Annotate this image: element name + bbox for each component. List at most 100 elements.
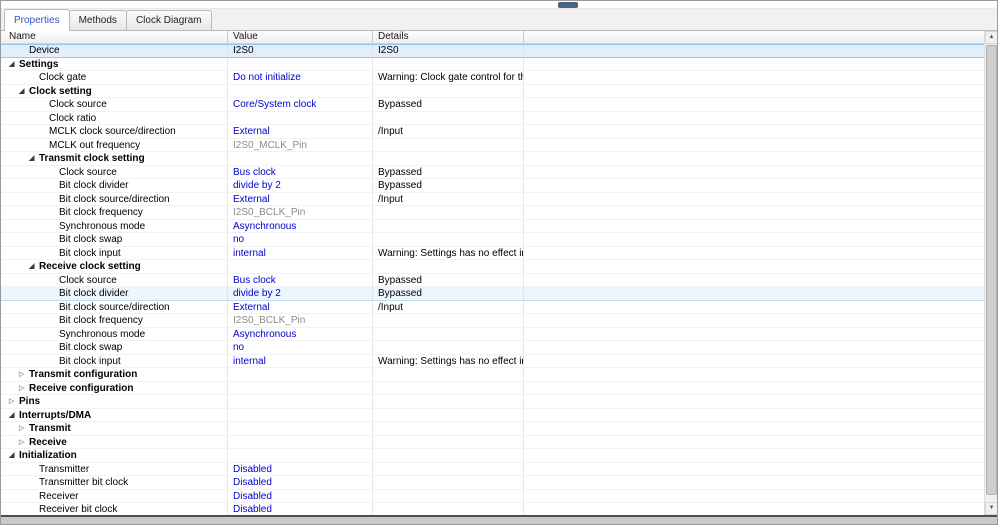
details-cell: Bypassed bbox=[373, 165, 524, 178]
collapse-icon[interactable]: ◢ bbox=[29, 152, 39, 165]
value-cell[interactable]: internal bbox=[228, 246, 373, 259]
table-row[interactable]: MCLK out frequency I2S0_MCLK_Pin bbox=[1, 138, 984, 152]
value-cell[interactable] bbox=[228, 84, 373, 97]
value-cell[interactable] bbox=[228, 111, 373, 124]
value-cell[interactable]: no bbox=[228, 233, 373, 246]
collapse-icon[interactable]: ◢ bbox=[9, 409, 19, 422]
value-cell[interactable]: Do not initialize bbox=[228, 71, 373, 84]
value-cell[interactable]: Disabled bbox=[228, 503, 373, 515]
tab-methods[interactable]: Methods bbox=[68, 10, 127, 30]
collapse-icon[interactable]: ◢ bbox=[9, 58, 19, 71]
value-cell[interactable]: External bbox=[228, 192, 373, 205]
value-cell[interactable] bbox=[228, 260, 373, 273]
value-cell[interactable]: Bus clock bbox=[228, 165, 373, 178]
table-row[interactable]: Receiver Disabled bbox=[1, 489, 984, 503]
collapse-icon[interactable]: ◢ bbox=[9, 449, 19, 462]
details-cell bbox=[373, 219, 524, 232]
table-row[interactable]: ▷ Transmit configuration bbox=[1, 368, 984, 382]
table-row[interactable]: Clock gate Do not initialize Warning: Cloc… bbox=[1, 71, 984, 85]
table-row[interactable]: Bit clock input internal Warning: Settings… bbox=[1, 354, 984, 368]
expand-icon[interactable]: ▷ bbox=[19, 422, 29, 435]
table-row[interactable]: Transmitter Disabled bbox=[1, 462, 984, 476]
table-row[interactable]: Bit clock frequency I2S0_BCLK_Pin bbox=[1, 314, 984, 328]
value-cell[interactable]: I2S0_MCLK_Pin bbox=[228, 138, 373, 151]
scrollbar-thumb[interactable] bbox=[986, 45, 997, 495]
empty-cell bbox=[524, 166, 984, 179]
value-cell[interactable]: External bbox=[228, 300, 373, 313]
top-strip bbox=[1, 1, 997, 9]
tab-properties[interactable]: Properties bbox=[4, 9, 70, 31]
table-row[interactable]: ◢ Receive clock setting bbox=[1, 260, 984, 274]
table-row[interactable]: Bit clock source/direction External/Input bbox=[1, 192, 984, 206]
scroll-up-icon[interactable]: ▲ bbox=[985, 31, 997, 44]
value-cell[interactable]: External bbox=[228, 125, 373, 138]
table-row[interactable]: Clock source Core/System clock Bypassed bbox=[1, 98, 984, 112]
scroll-down-icon[interactable]: ▼ bbox=[985, 502, 997, 515]
value-cell[interactable] bbox=[228, 435, 373, 448]
table-row[interactable]: ◢ Clock setting bbox=[1, 84, 984, 98]
table-row[interactable]: ◢ Interrupts/DMA bbox=[1, 408, 984, 422]
table-row[interactable]: ▷ Receive bbox=[1, 435, 984, 449]
table-row[interactable]: Device I2S0 I2S0 bbox=[1, 44, 984, 58]
table-row[interactable]: Bit clock divider divide by 2 Bypassed bbox=[1, 179, 984, 193]
value-cell[interactable]: Disabled bbox=[228, 476, 373, 489]
table-row[interactable]: ◢ Settings bbox=[1, 57, 984, 71]
value-cell[interactable] bbox=[228, 449, 373, 462]
table-row[interactable]: ◢ Initialization bbox=[1, 449, 984, 463]
table-row[interactable]: ◢ Transmit clock setting bbox=[1, 152, 984, 166]
property-name: Device bbox=[29, 45, 60, 56]
table-row[interactable]: Synchronous mode Asynchronous bbox=[1, 219, 984, 233]
table-row[interactable]: Bit clock source/direction External/Input bbox=[1, 300, 984, 314]
table-row[interactable]: Transmitter bit clock Disabled bbox=[1, 476, 984, 490]
value-cell[interactable]: I2S0_BCLK_Pin bbox=[228, 314, 373, 327]
empty-cell bbox=[524, 395, 984, 408]
value-cell[interactable]: Disabled bbox=[228, 489, 373, 502]
table-row[interactable]: Clock ratio bbox=[1, 111, 984, 125]
table-row[interactable]: Bit clock swap no bbox=[1, 341, 984, 355]
expand-icon[interactable]: ▷ bbox=[19, 368, 29, 381]
table-row[interactable]: ▷ Transmit bbox=[1, 422, 984, 436]
value-cell[interactable] bbox=[228, 422, 373, 435]
table-row[interactable]: Clock source Bus clock Bypassed bbox=[1, 165, 984, 179]
column-header-value[interactable]: Value bbox=[228, 31, 373, 43]
value-cell[interactable] bbox=[228, 152, 373, 165]
expand-icon[interactable]: ▷ bbox=[19, 436, 29, 449]
table-row[interactable]: Bit clock swap no bbox=[1, 233, 984, 247]
expand-icon[interactable]: ▷ bbox=[9, 395, 19, 408]
table-row[interactable]: Bit clock input internal Warning: Settings… bbox=[1, 246, 984, 260]
property-name: Synchronous mode bbox=[59, 220, 146, 232]
column-header-details[interactable]: Details bbox=[373, 31, 524, 43]
value-cell[interactable]: divide by 2 bbox=[228, 179, 373, 192]
value-cell[interactable] bbox=[228, 368, 373, 381]
value-cell[interactable]: Asynchronous bbox=[228, 327, 373, 340]
table-row[interactable]: Clock source Bus clock Bypassed bbox=[1, 273, 984, 287]
vertical-scrollbar[interactable]: ▲ ▼ bbox=[984, 31, 997, 515]
table-row[interactable]: Bit clock frequency I2S0_BCLK_Pin bbox=[1, 206, 984, 220]
details-cell bbox=[373, 449, 524, 462]
value-cell[interactable]: Core/System clock bbox=[228, 98, 373, 111]
value-cell[interactable]: I2S0 bbox=[228, 45, 373, 57]
value-cell[interactable]: Bus clock bbox=[228, 273, 373, 286]
table-row[interactable]: ▷ Receive configuration bbox=[1, 381, 984, 395]
value-cell[interactable] bbox=[228, 381, 373, 394]
table-row[interactable]: Bit clock divider divide by 2 Bypassed bbox=[1, 287, 984, 301]
value-cell[interactable]: Disabled bbox=[228, 462, 373, 475]
table-row[interactable]: Receiver bit clock Disabled bbox=[1, 503, 984, 515]
collapse-icon[interactable]: ◢ bbox=[19, 85, 29, 98]
table-row[interactable]: Synchronous mode Asynchronous bbox=[1, 327, 984, 341]
value-cell[interactable] bbox=[228, 57, 373, 70]
expand-icon[interactable]: ▷ bbox=[19, 382, 29, 395]
column-header-name[interactable]: Name bbox=[1, 31, 228, 43]
tab-clock-diagram[interactable]: Clock Diagram bbox=[125, 10, 212, 30]
table-row[interactable]: MCLK clock source/direction External/Inpu… bbox=[1, 125, 984, 139]
value-cell[interactable]: I2S0_BCLK_Pin bbox=[228, 206, 373, 219]
value-cell[interactable]: no bbox=[228, 341, 373, 354]
value-cell[interactable] bbox=[228, 408, 373, 421]
value-cell[interactable]: Asynchronous bbox=[228, 219, 373, 232]
collapse-icon[interactable]: ◢ bbox=[29, 260, 39, 273]
empty-cell bbox=[524, 355, 984, 368]
value-cell[interactable]: internal bbox=[228, 354, 373, 367]
value-cell[interactable]: divide by 2 bbox=[228, 287, 373, 300]
value-cell[interactable] bbox=[228, 395, 373, 408]
table-row[interactable]: ▷ Pins bbox=[1, 395, 984, 409]
